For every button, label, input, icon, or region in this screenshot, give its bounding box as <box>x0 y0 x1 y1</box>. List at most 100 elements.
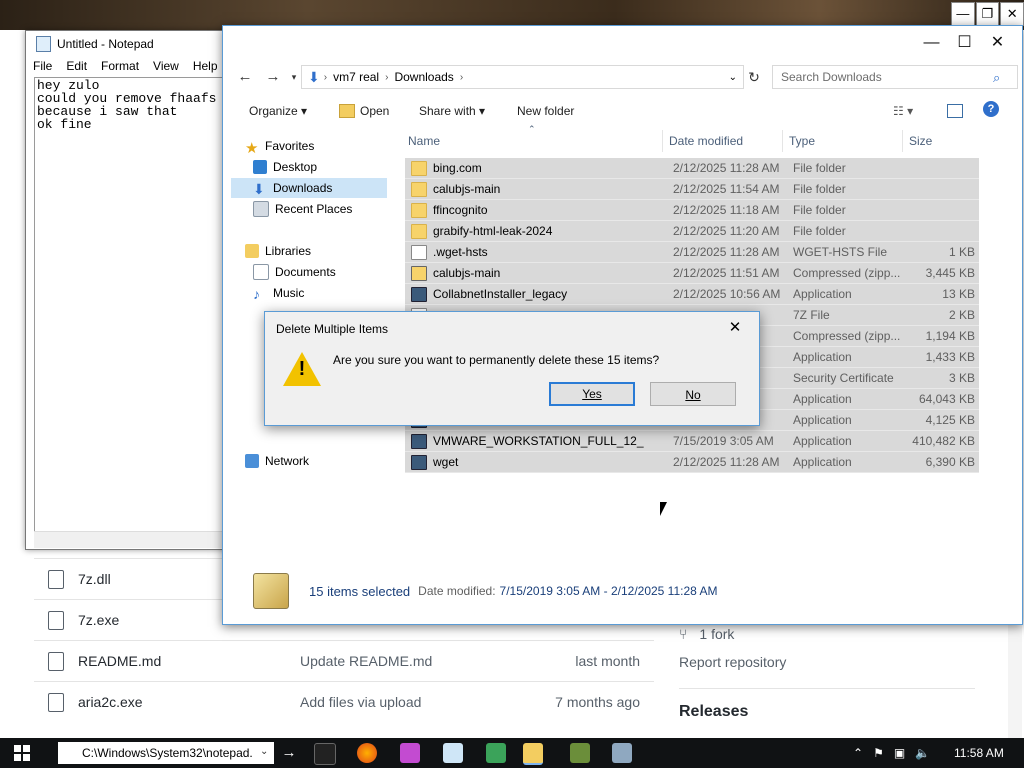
selected-files-icon <box>253 573 289 609</box>
run-address-box[interactable]: C:\Windows\System32\notepad. <box>58 742 274 764</box>
file-date-modified: 2/12/2025 11:28 AM <box>673 161 780 175</box>
column-name[interactable]: Name <box>408 134 440 148</box>
repo-file-name[interactable]: aria2c.exe <box>78 694 300 710</box>
share-with-button[interactable]: Share with ▾ <box>419 104 485 118</box>
nav-downloads[interactable]: ⬇ Downloads <box>231 178 387 198</box>
column-size[interactable]: Size <box>909 134 932 148</box>
nav-desktop[interactable]: Desktop <box>253 157 387 177</box>
nav-recent-places[interactable]: Recent Places <box>253 199 387 219</box>
file-explorer-taskbar-icon[interactable] <box>523 743 543 765</box>
file-row[interactable]: VMWARE_WORKSTATION_FULL_12_ 7/15/2019 3:0… <box>405 431 979 452</box>
run-go-arrow-icon[interactable]: → <box>278 742 300 764</box>
file-row[interactable]: calubjs-main 2/12/2025 11:54 AM File folde… <box>405 179 979 200</box>
clock[interactable]: 11:58 AM <box>954 746 1004 760</box>
no-button[interactable]: No <box>650 382 736 406</box>
repo-commit-message[interactable]: Add files via upload <box>300 694 540 710</box>
recent-places-icon <box>253 201 269 217</box>
dialog-close-button[interactable]: ✕ <box>723 318 747 338</box>
minimize-button[interactable]: — <box>915 26 948 60</box>
file-row[interactable]: wget 2/12/2025 11:28 AM Application 6,390 K… <box>405 452 979 473</box>
search-input[interactable]: Search Downloads <box>772 65 1018 89</box>
nav-recent-places-label: Recent Places <box>275 202 353 216</box>
column-divider[interactable] <box>782 130 783 152</box>
close-button[interactable]: ✕ <box>981 26 1014 60</box>
notepad-title: Untitled - Notepad <box>57 37 154 51</box>
file-name: bing.com <box>433 161 482 175</box>
breadcrumb-separator-icon[interactable]: › <box>385 72 388 83</box>
maximize-button[interactable]: ☐ <box>948 26 981 60</box>
menu-view[interactable]: View <box>146 57 186 77</box>
file-row[interactable]: calubjs-main 2/12/2025 11:51 AM Compressed… <box>405 263 979 284</box>
menu-help[interactable]: Help <box>186 57 225 77</box>
preview-pane-icon[interactable] <box>947 104 963 118</box>
run-dropdown-icon[interactable]: ⌄ <box>260 746 268 757</box>
breadcrumb-separator-icon[interactable]: › <box>324 72 327 83</box>
breadcrumb-separator-icon[interactable]: › <box>460 72 463 83</box>
file-row[interactable]: bing.com 2/12/2025 11:28 AM File folder <box>405 158 979 179</box>
column-divider[interactable] <box>662 130 663 152</box>
minimize-icon[interactable]: — <box>951 2 975 26</box>
nav-favorites[interactable]: ★ Favorites <box>245 136 401 157</box>
file-type: File folder <box>793 182 846 196</box>
refresh-icon[interactable]: ↻ <box>744 67 764 87</box>
file-row[interactable]: ffincognito 2/12/2025 11:18 AM File folder <box>405 200 979 221</box>
repo-file-name[interactable]: README.md <box>78 653 300 669</box>
repo-file-row[interactable]: aria2c.exe Add files via upload 7 months… <box>34 681 654 722</box>
notepad-taskbar-icon[interactable] <box>443 743 463 763</box>
start-button[interactable] <box>14 745 30 761</box>
volume-muted-icon[interactable]: 🔈 <box>915 746 930 760</box>
file-type: 7Z File <box>793 308 830 322</box>
explorer-titlebar[interactable]: — ☐ ✕ <box>223 26 1022 60</box>
address-dropdown-icon[interactable]: ⌄ <box>729 72 737 83</box>
firefox-taskbar-icon[interactable] <box>357 743 377 763</box>
breadcrumb-vm7-real[interactable]: vm7 real <box>333 70 379 84</box>
column-divider[interactable] <box>902 130 903 152</box>
app-taskbar-icon[interactable] <box>400 743 420 763</box>
selection-count: 15 items selected <box>309 583 411 599</box>
file-row[interactable]: grabify-html-leak-2024 2/12/2025 11:20 AM… <box>405 221 979 242</box>
menu-file[interactable]: File <box>26 57 59 77</box>
minecraft-taskbar-icon[interactable] <box>570 743 590 763</box>
view-options-icon[interactable]: ☷ ▾ <box>893 104 913 118</box>
new-folder-button[interactable]: New folder <box>517 104 574 118</box>
fork-count[interactable]: 1 fork <box>699 626 734 642</box>
column-type[interactable]: Type <box>789 134 815 148</box>
repo-file-row[interactable]: README.md Update README.md last month <box>34 640 654 681</box>
back-arrow-icon[interactable]: ← <box>235 67 255 87</box>
nav-music[interactable]: ♪ Music <box>253 283 387 303</box>
notepad-titlebar[interactable]: Untitled - Notepad <box>26 31 226 57</box>
yes-button[interactable]: Yes <box>549 382 635 406</box>
nav-network[interactable]: Network <box>245 451 401 471</box>
forward-arrow-icon[interactable]: → <box>263 67 283 87</box>
app-taskbar-icon[interactable] <box>612 743 632 763</box>
notepad-horizontal-scrollbar[interactable] <box>34 531 222 548</box>
network-status-icon[interactable]: ▣ <box>894 746 905 760</box>
restore-icon[interactable]: ❐ <box>975 2 1000 26</box>
nav-documents[interactable]: Documents <box>253 262 387 282</box>
notepad-window: Untitled - Notepad File Edit Format View… <box>25 30 228 550</box>
mouse-cursor-icon <box>660 502 667 516</box>
file-row[interactable]: CollabnetInstaller_legacy 2/12/2025 10:56… <box>405 284 979 305</box>
repo-commit-message[interactable]: Update README.md <box>300 653 540 669</box>
help-icon[interactable]: ? <box>983 101 999 117</box>
app-taskbar-icon[interactable] <box>486 743 506 763</box>
breadcrumb-downloads[interactable]: Downloads <box>394 70 453 84</box>
folder-icon <box>411 160 427 176</box>
menu-edit[interactable]: Edit <box>59 57 94 77</box>
nav-libraries[interactable]: Libraries <box>245 241 401 261</box>
close-icon[interactable]: ✕ <box>1000 2 1024 26</box>
file-row[interactable]: .wget-hsts 2/12/2025 11:28 AM WGET-HSTS Fi… <box>405 242 979 263</box>
menu-format[interactable]: Format <box>94 57 146 77</box>
notepad-text-area[interactable]: hey zulo could you remove fhaafs because… <box>34 77 228 541</box>
column-date-modified[interactable]: Date modified <box>669 134 743 148</box>
open-button[interactable]: Open <box>360 104 389 118</box>
file-size: 3,445 KB <box>925 266 975 280</box>
show-hidden-icons-chevron-icon[interactable]: ⌃ <box>853 746 863 760</box>
address-bar[interactable]: ⬇ › vm7 real › Downloads › ⌄ <box>301 65 744 89</box>
organize-button[interactable]: Organize ▾ <box>249 104 307 118</box>
flag-icon[interactable]: ⚑ <box>873 746 884 760</box>
dialog-message: Are you sure you want to permanently del… <box>333 353 660 367</box>
report-repository-link[interactable]: Report repository <box>679 654 979 670</box>
cmd-taskbar-icon[interactable] <box>314 743 336 765</box>
file-type: File folder <box>793 161 846 175</box>
